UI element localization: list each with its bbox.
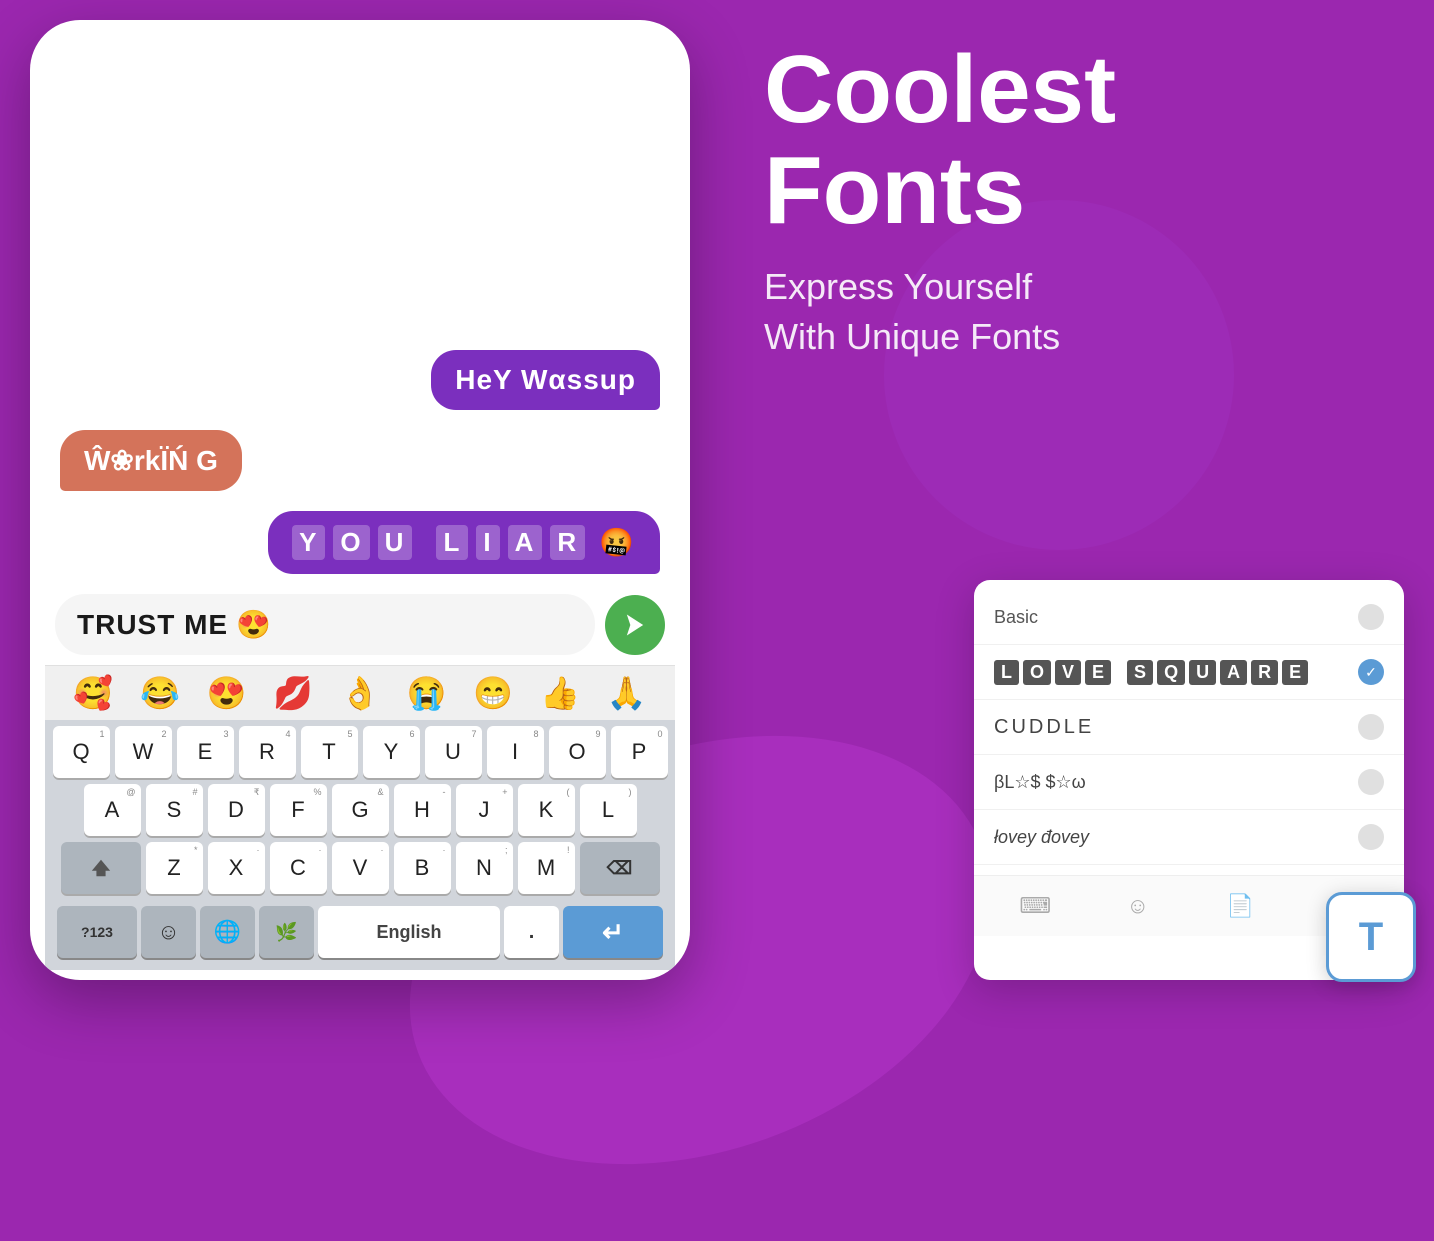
font-radio-cuddle: [1358, 714, 1384, 740]
emoji-8[interactable]: 👍: [540, 674, 580, 712]
key-backspace[interactable]: ⌫: [580, 842, 660, 894]
chat-bubble-3: Y O U L I A R 🤬: [268, 511, 660, 574]
key-O[interactable]: 9O: [549, 726, 606, 778]
key-V[interactable]: ·V: [332, 842, 389, 894]
key-emoji[interactable]: ☺: [141, 906, 196, 958]
font-radio-lovey: [1358, 824, 1384, 850]
key-P[interactable]: 0P: [611, 726, 668, 778]
key-M[interactable]: !M: [518, 842, 575, 894]
key-G[interactable]: &G: [332, 784, 389, 836]
key-row-3: *Z ·X ·C ·V ·B ;N !M ⌫: [49, 842, 671, 894]
emoji-4[interactable]: 💋: [273, 674, 313, 712]
font-label-cuddle: CUDDLE: [994, 716, 1094, 739]
emoji-5[interactable]: 👌: [340, 674, 380, 712]
keyboard-bottom-bar: ?123 ☺ 🌐 🌿 English . ↵: [49, 900, 671, 964]
emoji-row: 🥰 😂 😍 💋 👌 😭 😁 👍 🙏: [45, 665, 675, 720]
font-radio-basic: [1358, 604, 1384, 630]
font-label-basic: Basic: [994, 607, 1038, 628]
right-content: Coolest Fonts Express Yourself With Uniq…: [764, 40, 1384, 362]
key-language[interactable]: English: [318, 906, 500, 958]
font-item-basic[interactable]: Basic: [974, 590, 1404, 645]
key-Q[interactable]: 1Q: [53, 726, 110, 778]
key-A[interactable]: @A: [84, 784, 141, 836]
key-B[interactable]: ·B: [394, 842, 451, 894]
emoji-2[interactable]: 😂: [140, 674, 180, 712]
t-button[interactable]: T: [1326, 892, 1416, 982]
key-row-1: 1Q 2W 3E 4R 5T 6Y 7U 8I 9O 0P: [49, 726, 671, 778]
chat-bubble-1: HeY Wαssup: [431, 350, 660, 410]
font-label-fancy: βL☆$ $☆ω: [994, 772, 1086, 793]
input-bar: ❤ TRUST ME 😍: [55, 594, 665, 655]
keyboard: 1Q 2W 3E 4R 5T 6Y 7U 8I 9O 0P @A #S ₹D %…: [45, 720, 675, 970]
key-leaf[interactable]: 🌿: [259, 906, 314, 958]
font-keyboard-icon[interactable]: ⌨: [1015, 886, 1055, 926]
key-row-2: @A #S ₹D %F &G -H +J (K )L: [49, 784, 671, 836]
key-C[interactable]: ·C: [270, 842, 327, 894]
font-item-fancy[interactable]: βL☆$ $☆ω: [974, 755, 1404, 810]
key-globe[interactable]: 🌐: [200, 906, 255, 958]
font-emoji-icon[interactable]: ☺: [1118, 886, 1158, 926]
key-H[interactable]: -H: [394, 784, 451, 836]
key-Y[interactable]: 6Y: [363, 726, 420, 778]
emoji-6[interactable]: 😭: [407, 674, 447, 712]
key-E[interactable]: 3E: [177, 726, 234, 778]
font-item-lovey[interactable]: łovey đovey: [974, 810, 1404, 865]
emoji-7[interactable]: 😁: [473, 674, 513, 712]
font-item-love-square[interactable]: L O V E S Q U A R E ✓: [974, 645, 1404, 700]
emoji-9[interactable]: 🙏: [607, 674, 647, 712]
key-enter[interactable]: ↵: [563, 906, 663, 958]
key-W[interactable]: 2W: [115, 726, 172, 778]
key-Z[interactable]: *Z: [146, 842, 203, 894]
key-N[interactable]: ;N: [456, 842, 513, 894]
key-R[interactable]: 4R: [239, 726, 296, 778]
key-J[interactable]: +J: [456, 784, 513, 836]
key-X[interactable]: ·X: [208, 842, 265, 894]
chat-bubble-2: Ŵ❀rkÏŃ G: [60, 430, 242, 491]
emoji-1[interactable]: 🥰: [73, 674, 113, 712]
key-D[interactable]: ₹D: [208, 784, 265, 836]
font-list: Basic L O V E S Q U A R E ✓ CUDDLE: [974, 580, 1404, 875]
key-numbers[interactable]: ?123: [57, 906, 137, 958]
key-S[interactable]: #S: [146, 784, 203, 836]
key-I[interactable]: 8I: [487, 726, 544, 778]
input-text: TRUST ME: [77, 609, 228, 641]
subtitle: Express Yourself With Unique Fonts: [764, 262, 1384, 363]
font-label-lovey: łovey đovey: [994, 827, 1089, 848]
font-sticker-icon[interactable]: 📄: [1220, 886, 1260, 926]
send-button[interactable]: [605, 595, 665, 655]
key-F[interactable]: %F: [270, 784, 327, 836]
key-U[interactable]: 7U: [425, 726, 482, 778]
phone-mockup: HeY Wαssup Ŵ❀rkÏŃ G Y O U L I A R 🤬 ❤: [30, 20, 690, 980]
key-L[interactable]: )L: [580, 784, 637, 836]
main-title: Coolest Fonts: [764, 40, 1384, 242]
chat-area: HeY Wαssup Ŵ❀rkÏŃ G Y O U L I A R 🤬: [45, 40, 675, 594]
key-T[interactable]: 5T: [301, 726, 358, 778]
emoji-3[interactable]: 😍: [207, 674, 247, 712]
font-item-cuddle[interactable]: CUDDLE: [974, 700, 1404, 755]
font-label-love-square: L O V E S Q U A R E: [994, 660, 1308, 685]
text-input-field[interactable]: ❤ TRUST ME 😍: [55, 594, 595, 655]
font-check-love-square: ✓: [1358, 659, 1384, 685]
font-radio-fancy: [1358, 769, 1384, 795]
key-shift[interactable]: [61, 842, 141, 894]
key-period[interactable]: .: [504, 906, 559, 958]
key-K[interactable]: (K: [518, 784, 575, 836]
